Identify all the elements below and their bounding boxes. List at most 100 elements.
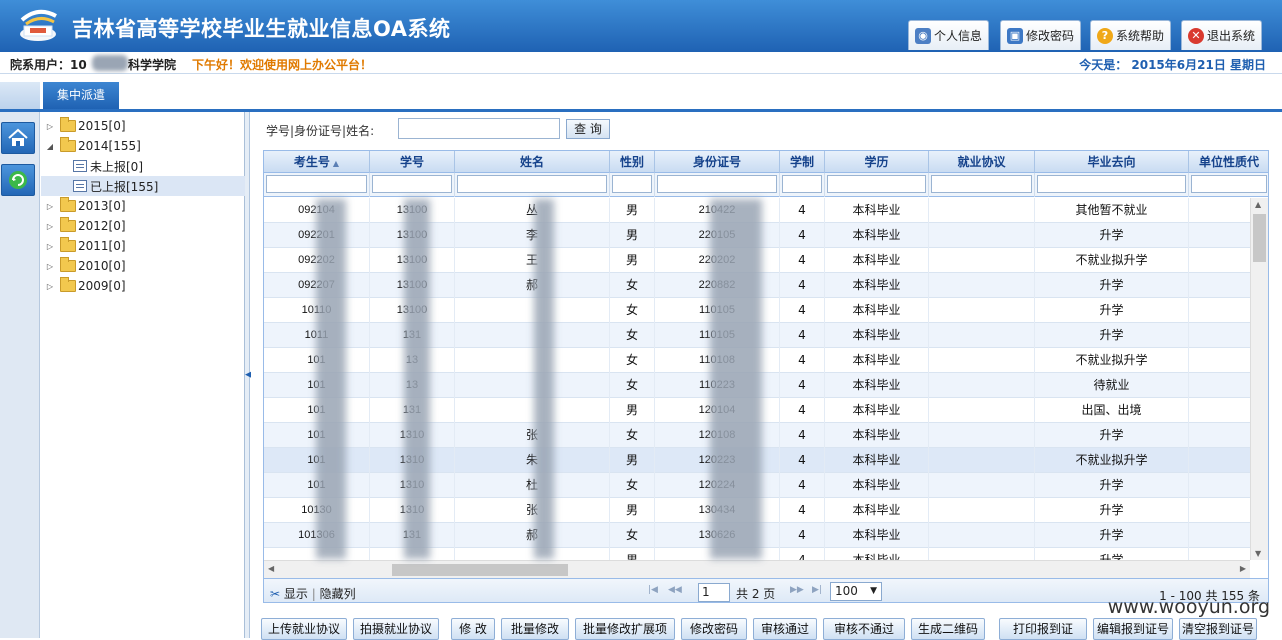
tree-item-year[interactable]: ▷ 2010[0] — [41, 256, 245, 276]
panel-splitter[interactable]: ◀ — [245, 112, 252, 638]
grid-header: 考生号 ▲ 学号 姓名 性别 身份证号 学制 学历 就业协议 毕业去向 单位性质代 — [264, 151, 1268, 173]
change-password-button[interactable]: ▣ 修改密码 — [1000, 20, 1082, 50]
scroll-up-icon[interactable]: ▲ — [1255, 200, 1261, 209]
table-cell: 李 — [455, 223, 610, 248]
search-input[interactable] — [398, 118, 560, 139]
show-columns-link[interactable]: 显示 — [284, 587, 308, 601]
column-header[interactable]: 学制 — [780, 151, 825, 173]
help-button[interactable]: ? 系统帮助 — [1090, 20, 1172, 50]
scroll-left-icon[interactable]: ◀ — [268, 564, 274, 573]
main-panel: 学号|身份证号|姓名: 查 询 考生号 ▲ 学号 姓名 性别 身份证号 学制 学历 就业协议 毕业… — [251, 112, 1282, 640]
search-button[interactable]: 查 询 — [566, 119, 610, 139]
page-size-select[interactable]: 100 ▼ — [830, 582, 882, 601]
column-header[interactable]: 性别 — [610, 151, 655, 173]
action-button[interactable]: 修改密码 — [681, 618, 747, 640]
tab-dispatch[interactable]: 集中派遣 — [43, 82, 119, 109]
next-page-icon[interactable]: ▶▶ — [790, 585, 804, 595]
action-button[interactable]: 拍摄就业协议 — [353, 618, 439, 640]
last-page-icon[interactable]: ▶| — [812, 585, 822, 595]
column-filter-input[interactable] — [827, 175, 926, 193]
page-size-value: 100 — [835, 584, 858, 598]
redacted-column — [534, 199, 554, 559]
refresh-button[interactable] — [1, 164, 35, 196]
table-cell — [455, 548, 610, 560]
watermark: www.wooyun.org — [1107, 596, 1270, 618]
column-header[interactable]: 身份证号 — [655, 151, 780, 173]
expand-icon[interactable]: ▷ — [45, 122, 55, 131]
action-button[interactable]: 批量修改 — [501, 618, 569, 640]
action-button[interactable]: 打印报到证 — [999, 618, 1087, 640]
column-toggle[interactable]: ✂ 显示 | 隐藏列 — [270, 585, 356, 602]
horizontal-scrollbar[interactable]: ◀ ▶ — [264, 560, 1250, 578]
table-cell — [1189, 323, 1250, 348]
column-header[interactable]: 学历 — [825, 151, 929, 173]
tree-item-year[interactable]: ▷ 2012[0] — [41, 216, 245, 236]
collapse-icon[interactable]: ◢ — [45, 142, 55, 151]
first-page-icon[interactable]: |◀ — [648, 585, 658, 595]
expand-icon[interactable]: ▷ — [45, 282, 55, 291]
home-button[interactable] — [1, 122, 35, 154]
column-header[interactable]: 单位性质代 — [1189, 151, 1268, 173]
tree-item-status[interactable]: 已上报[155] — [41, 176, 245, 196]
tree-item-year[interactable]: ▷ 2013[0] — [41, 196, 245, 216]
filter-cell — [655, 173, 780, 197]
column-header[interactable]: 考生号 ▲ — [264, 151, 370, 173]
action-button[interactable]: 审核不通过 — [823, 618, 905, 640]
action-button[interactable]: 上传就业协议 — [261, 618, 347, 640]
table-cell: 不就业拟升学 — [1035, 448, 1189, 473]
column-filter-input[interactable] — [1037, 175, 1186, 193]
page-number-input[interactable]: 1 — [698, 583, 730, 602]
table-cell: 本科毕业 — [825, 473, 929, 498]
column-header[interactable]: 学号 — [370, 151, 455, 173]
logout-button[interactable]: ✕ 退出系统 — [1181, 20, 1263, 50]
prev-page-icon[interactable]: ◀◀ — [668, 585, 682, 595]
column-filter-input[interactable] — [782, 175, 822, 193]
vertical-scroll-thumb[interactable] — [1253, 214, 1266, 262]
expand-icon[interactable]: ▷ — [45, 202, 55, 211]
action-button[interactable]: 修 改 — [451, 618, 495, 640]
expand-icon[interactable]: ▷ — [45, 262, 55, 271]
table-cell: 本科毕业 — [825, 423, 929, 448]
column-filter-input[interactable] — [457, 175, 607, 193]
table-cell: 本科毕业 — [825, 348, 929, 373]
folder-icon — [60, 257, 76, 272]
column-filter-input[interactable] — [657, 175, 777, 193]
column-header[interactable]: 毕业去向 — [1035, 151, 1189, 173]
tree-item-status[interactable]: 未上报[0] — [41, 156, 245, 176]
column-filter-input[interactable] — [1191, 175, 1267, 193]
tree-item-year[interactable]: ◢ 2014[155] — [41, 136, 245, 156]
scroll-down-icon[interactable]: ▼ — [1255, 549, 1261, 558]
expand-icon[interactable]: ▷ — [45, 222, 55, 231]
table-cell — [1189, 448, 1250, 473]
logo-icon — [20, 9, 57, 41]
action-button[interactable]: 编辑报到证号 — [1093, 618, 1173, 640]
action-button[interactable]: 生成二维码 — [911, 618, 985, 640]
folder-icon — [60, 237, 76, 252]
list-icon — [73, 180, 87, 192]
action-button[interactable]: 批量修改扩展项 — [575, 618, 675, 640]
tab-bar: 集中派遣 — [0, 74, 1282, 112]
hide-columns-link[interactable]: 隐藏列 — [320, 587, 356, 601]
column-filter-input[interactable] — [372, 175, 452, 193]
tree-item-year[interactable]: ▷ 2015[0] — [41, 116, 245, 136]
action-button[interactable]: 审核通过 — [753, 618, 817, 640]
column-header[interactable]: 就业协议 — [929, 151, 1035, 173]
sort-asc-icon[interactable]: ▲ — [333, 159, 339, 168]
vertical-scrollbar[interactable]: ▲ ▼ — [1250, 198, 1268, 560]
column-header-label: 学号 — [399, 155, 424, 169]
column-filter-input[interactable] — [931, 175, 1032, 193]
scroll-right-icon[interactable]: ▶ — [1240, 564, 1246, 573]
column-header[interactable]: 姓名 — [455, 151, 610, 173]
tree-item-year[interactable]: ▷ 2009[0] — [41, 276, 245, 296]
column-filter-input[interactable] — [612, 175, 652, 193]
table-cell: 4 — [780, 223, 825, 248]
grid-filter-row — [264, 173, 1268, 197]
column-filter-input[interactable] — [266, 175, 367, 193]
horizontal-scroll-thumb[interactable] — [392, 564, 568, 576]
action-button[interactable]: 清空报到证号 — [1179, 618, 1257, 640]
tree-item-year[interactable]: ▷ 2011[0] — [41, 236, 245, 256]
table-cell: 升学 — [1035, 423, 1189, 448]
expand-icon[interactable]: ▷ — [45, 242, 55, 251]
profile-button[interactable]: ◉ 个人信息 — [908, 20, 990, 50]
table-cell: 4 — [780, 323, 825, 348]
